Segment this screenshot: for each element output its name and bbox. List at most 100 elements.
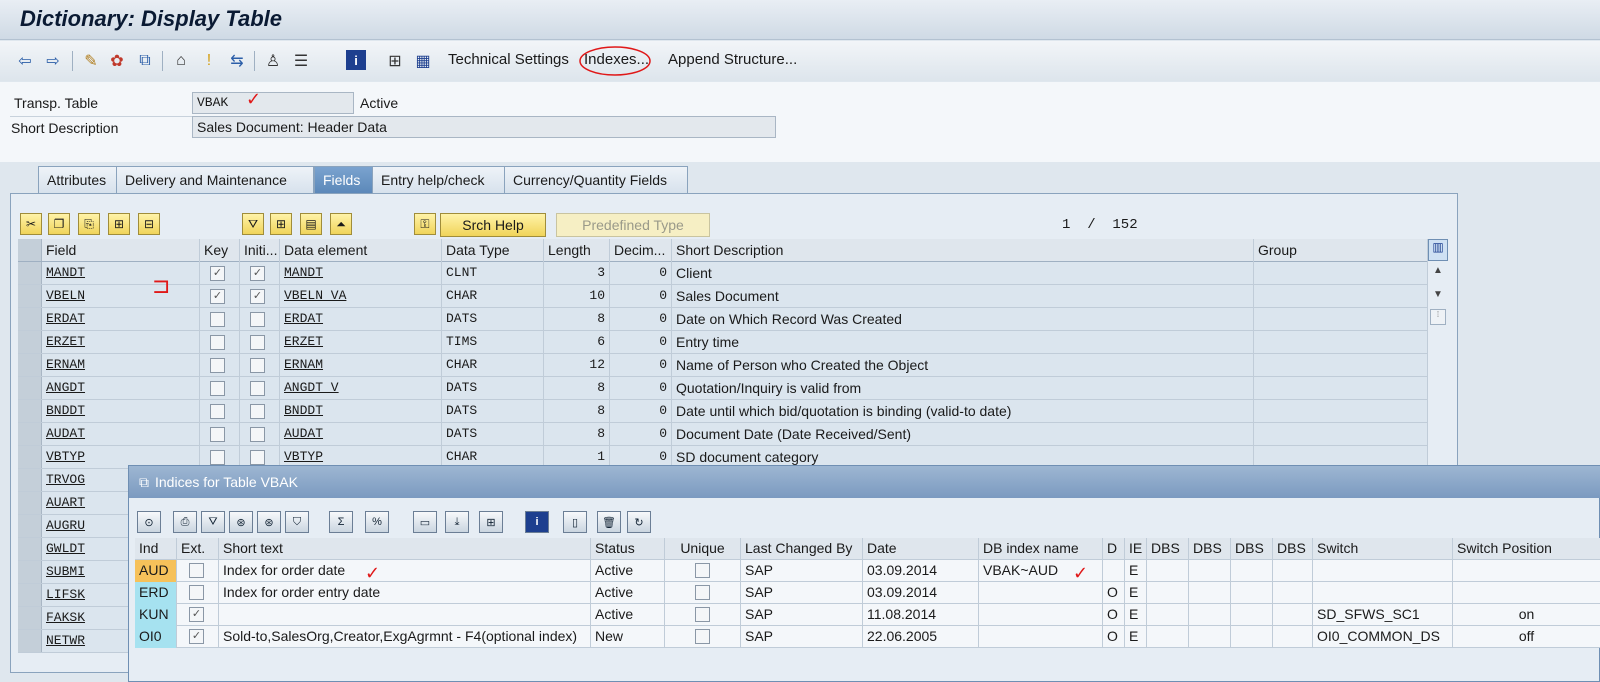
row-selector[interactable] xyxy=(18,308,42,330)
filter-icon[interactable]: ⛛ xyxy=(242,213,264,235)
unique-checkbox[interactable] xyxy=(695,585,710,600)
srch-help-button[interactable]: Srch Help xyxy=(440,213,546,237)
column-header[interactable]: DBS xyxy=(1231,538,1273,560)
field-name[interactable]: ANGDT xyxy=(42,377,200,400)
scroll-down-icon[interactable]: ▼ xyxy=(1430,289,1446,305)
info-icon[interactable]: i xyxy=(346,50,366,70)
column-header[interactable]: Switch Position xyxy=(1453,538,1600,560)
column-header[interactable]: IE xyxy=(1125,538,1147,560)
new-icon[interactable]: ⊞ xyxy=(270,213,292,235)
init-checkbox[interactable]: ✓ xyxy=(250,266,265,281)
object-list-icon[interactable]: ǃ xyxy=(198,50,220,72)
row-selector[interactable] xyxy=(18,354,42,376)
export-icon[interactable]: ⤓ xyxy=(445,511,469,533)
index-id[interactable]: OI0 xyxy=(135,626,177,648)
row-selector[interactable] xyxy=(18,377,42,399)
delete-icon[interactable]: 🗑 xyxy=(597,511,621,533)
cut-icon[interactable]: ✂ xyxy=(20,213,42,235)
field-name[interactable]: MANDT xyxy=(42,262,200,285)
tab-fields[interactable]: Fields xyxy=(314,166,378,194)
spreadsheet-icon[interactable]: ⊞ xyxy=(479,511,503,533)
key-checkbox[interactable] xyxy=(210,381,225,396)
column-header[interactable]: Short text xyxy=(219,538,591,560)
print-preview-icon[interactable]: ▭ xyxy=(413,511,437,533)
pencil-glasses-icon[interactable]: ✎ xyxy=(80,50,102,72)
row-selector[interactable] xyxy=(18,630,42,652)
column-header[interactable]: Status xyxy=(591,538,665,560)
graphic-icon[interactable]: ☰ xyxy=(290,50,312,72)
short-description-field[interactable]: Sales Document: Header Data xyxy=(192,116,776,138)
field-name[interactable]: AUDAT xyxy=(42,423,200,446)
subtotal-icon[interactable]: % xyxy=(365,511,389,533)
column-header[interactable]: Ind xyxy=(135,538,177,560)
row-selector[interactable] xyxy=(18,561,42,583)
unique-checkbox[interactable] xyxy=(695,607,710,622)
select-all-cell[interactable] xyxy=(18,239,42,261)
field-name[interactable]: ERZET xyxy=(42,331,200,354)
ext-checkbox[interactable] xyxy=(189,563,204,578)
delete-row-icon[interactable]: ⊟ xyxy=(138,213,160,235)
key-checkbox[interactable] xyxy=(210,427,225,442)
tab-delivery-maintenance[interactable]: Delivery and Maintenance xyxy=(116,166,314,194)
scroll-top-icon[interactable]: ⏶ xyxy=(330,213,352,235)
index-row[interactable]: AUD Index for order date Active SAP 03.09.20… xyxy=(135,560,1600,582)
unique-checkbox[interactable] xyxy=(695,629,710,644)
init-checkbox[interactable]: ✓ xyxy=(250,289,265,304)
row-selector[interactable] xyxy=(18,469,42,491)
index-id[interactable]: ERD xyxy=(135,582,177,604)
where-used-icon[interactable]: ⌂ xyxy=(170,50,192,72)
info-icon[interactable]: i xyxy=(525,511,549,533)
column-header[interactable]: Data Type xyxy=(442,239,544,262)
row-selector[interactable] xyxy=(18,423,42,445)
row-selector[interactable] xyxy=(18,331,42,353)
column-header[interactable]: Ext. xyxy=(177,538,219,560)
scroll-thumb[interactable]: ⁞ xyxy=(1430,309,1446,325)
field-name[interactable]: ERNAM xyxy=(42,354,200,377)
field-name[interactable]: ERDAT xyxy=(42,308,200,331)
row-selector[interactable] xyxy=(18,515,42,537)
index-row[interactable]: ERD Index for order entry date Active SAP 03… xyxy=(135,582,1600,604)
tab-currency-quantity-fields[interactable]: Currency/Quantity Fields xyxy=(504,166,688,194)
init-checkbox[interactable] xyxy=(250,404,265,419)
row-selector[interactable] xyxy=(18,492,42,514)
column-header[interactable]: Field xyxy=(42,239,200,262)
key-checkbox[interactable]: ✓ xyxy=(210,289,225,304)
column-header[interactable]: Short Description xyxy=(672,239,1254,262)
row-selector[interactable] xyxy=(18,446,42,468)
column-settings-icon[interactable]: ▥ xyxy=(1428,239,1448,261)
row-selector[interactable] xyxy=(18,584,42,606)
key-checkbox[interactable] xyxy=(210,358,225,373)
key-icon[interactable]: ⚿ xyxy=(414,213,436,235)
binoculars-icon[interactable]: ⊛ xyxy=(229,511,253,533)
row-selector[interactable] xyxy=(18,538,42,560)
row-selector[interactable] xyxy=(18,262,42,284)
insert-row-icon[interactable]: ⊞ xyxy=(108,213,130,235)
key-checkbox[interactable] xyxy=(210,335,225,350)
activate-icon[interactable]: ✿ xyxy=(106,50,128,72)
column-header[interactable]: DB index name xyxy=(979,538,1103,560)
column-header[interactable]: Group xyxy=(1254,239,1428,262)
table-icon[interactable]: ▦ xyxy=(412,50,434,72)
display-icon[interactable]: ▤ xyxy=(300,213,322,235)
init-checkbox[interactable] xyxy=(250,381,265,396)
field-name[interactable]: BNDDT xyxy=(42,400,200,423)
row-selector[interactable] xyxy=(18,285,42,307)
column-header[interactable]: Last Changed By xyxy=(741,538,863,560)
scroll-up-icon[interactable]: ▲ xyxy=(1430,265,1446,281)
index-row[interactable]: KUN ✓ Active SAP 11.08.2014 O E SD_SFWS_SC1 on xyxy=(135,604,1600,626)
back-arrow-icon[interactable]: ⇦ xyxy=(14,50,36,72)
index-row[interactable]: OI0 ✓ Sold-to,SalesOrg,Creator,ExgAgrmnt -… xyxy=(135,626,1600,648)
ext-checkbox[interactable]: ✓ xyxy=(189,629,204,644)
ext-checkbox[interactable] xyxy=(189,585,204,600)
column-header[interactable]: Decim... xyxy=(610,239,672,262)
column-header[interactable]: Unique xyxy=(665,538,741,560)
column-header[interactable]: DBS xyxy=(1189,538,1231,560)
create-icon[interactable]: ▯ xyxy=(563,511,587,533)
row-selector[interactable] xyxy=(18,400,42,422)
technical-settings-button[interactable]: Technical Settings xyxy=(448,51,569,68)
column-header[interactable]: D xyxy=(1103,538,1125,560)
init-checkbox[interactable] xyxy=(250,450,265,465)
paste-icon[interactable]: ⎘ xyxy=(78,213,100,235)
tab-entry-help-check[interactable]: Entry help/check xyxy=(372,166,512,194)
column-header[interactable]: Length xyxy=(544,239,610,262)
